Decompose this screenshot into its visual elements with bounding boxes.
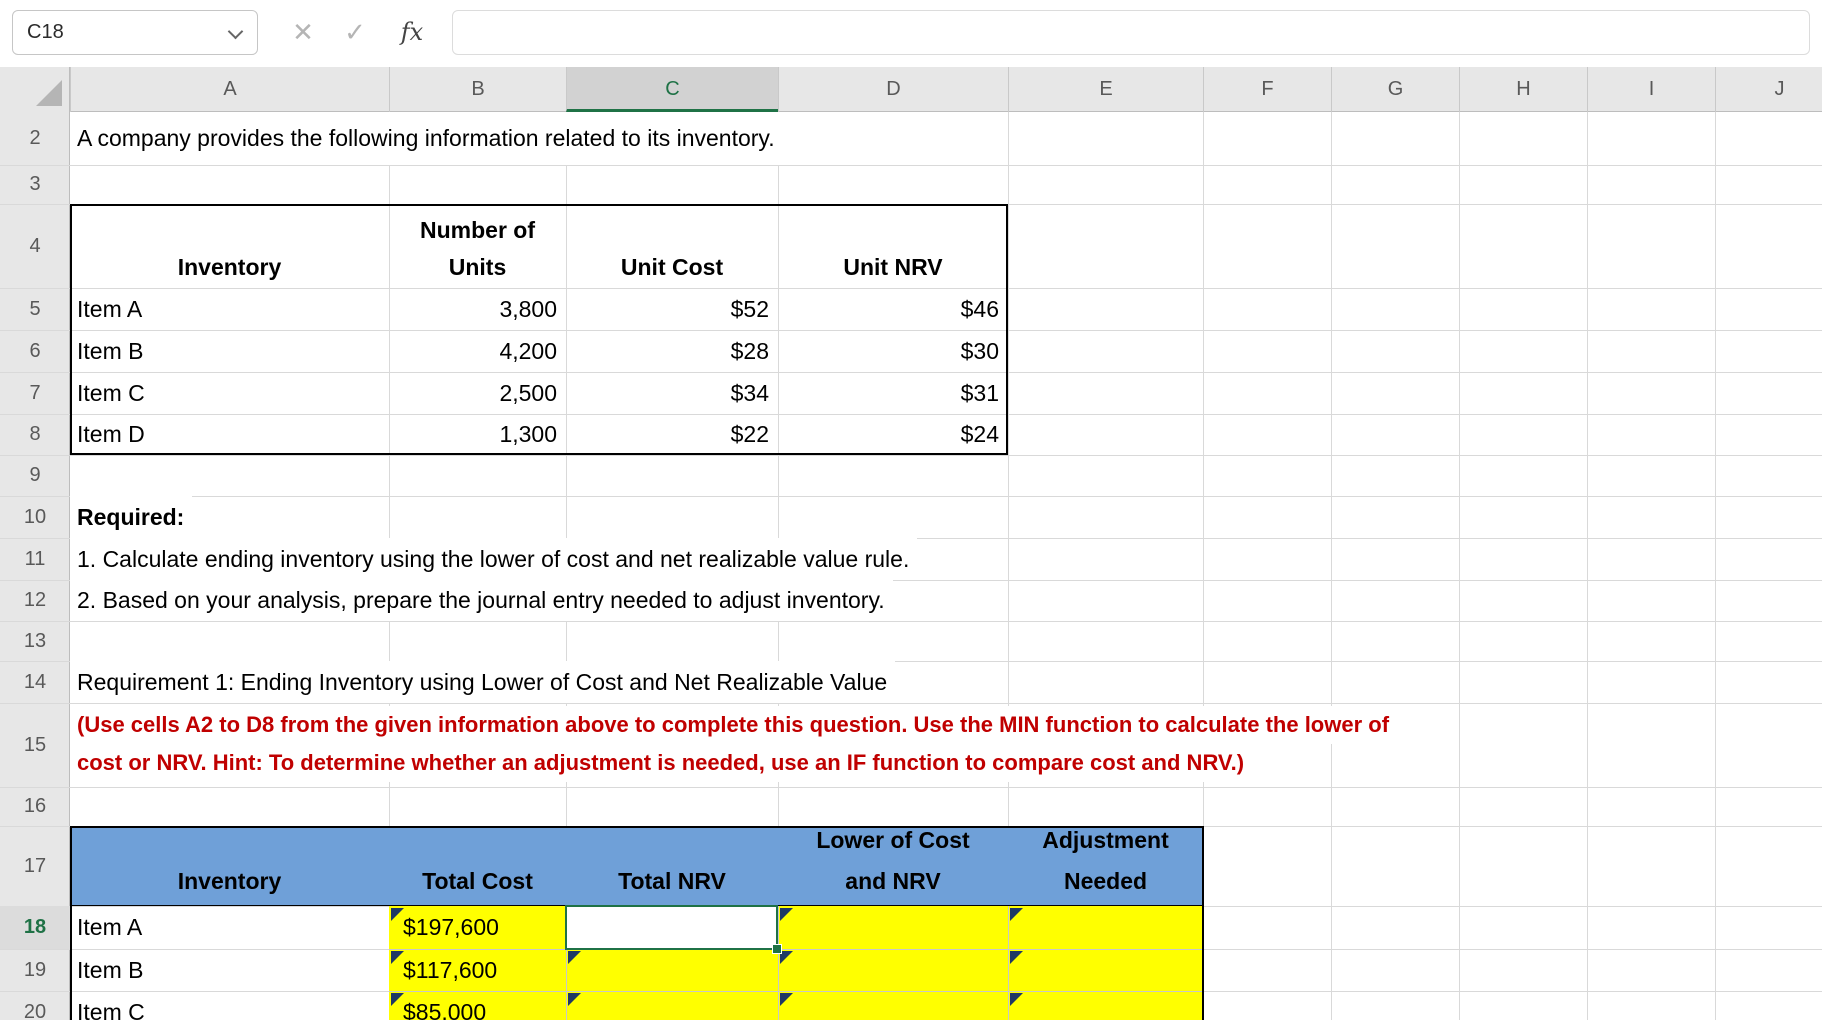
flag-icon [780, 908, 793, 921]
header-number-of-units-line2[interactable]: Units [389, 248, 566, 286]
name-box[interactable]: C18 [12, 10, 258, 55]
cell-A15-hint-line2[interactable]: cost or NRV. Hint: To determine whether … [70, 744, 1253, 782]
column-header-H[interactable]: H [1459, 67, 1587, 112]
column-header-B[interactable]: B [389, 67, 566, 112]
fill-handle[interactable] [772, 944, 782, 954]
fx-icon[interactable]: fx [387, 10, 437, 55]
flag-icon [391, 908, 404, 921]
cell-D7[interactable]: $31 [778, 372, 1008, 414]
row-header-2[interactable]: 2 [0, 112, 70, 165]
flag-icon [568, 993, 581, 1006]
cell-B5[interactable]: 3,800 [389, 288, 566, 330]
header-number-of-units-line1[interactable]: Number of [389, 212, 566, 248]
answer-header-adjustment-line1[interactable]: Adjustment [1008, 820, 1203, 860]
flag-icon [780, 993, 793, 1006]
cell-A5[interactable]: Item A [70, 288, 389, 330]
flag-icon [568, 951, 581, 964]
cell-A8[interactable]: Item D [70, 414, 389, 455]
header-unit-nrv[interactable]: Unit NRV [778, 248, 1008, 286]
cell-A18[interactable]: Item A [70, 906, 389, 949]
cell-A19[interactable]: Item B [70, 949, 389, 991]
column-header-J[interactable]: J [1715, 67, 1822, 112]
cell-A14-requirement1-title[interactable]: Requirement 1: Ending Inventory using Lo… [70, 661, 896, 703]
row-header-14[interactable]: 14 [0, 661, 70, 703]
cell-A2-intro[interactable]: A company provides the following informa… [70, 112, 783, 165]
row-header-15[interactable]: 15 [0, 703, 70, 787]
row-header-7[interactable]: 7 [0, 372, 70, 414]
cell-D6[interactable]: $30 [778, 330, 1008, 372]
enter-icon[interactable]: ✓ [333, 10, 377, 55]
cell-B20[interactable]: $85,000 [389, 991, 566, 1020]
cell-B8[interactable]: 1,300 [389, 414, 566, 455]
cell-B7[interactable]: 2,500 [389, 372, 566, 414]
row-header-5[interactable]: 5 [0, 288, 70, 330]
separator [1008, 906, 1009, 1020]
name-box-value: C18 [27, 21, 64, 43]
cell-C5[interactable]: $52 [566, 288, 778, 330]
answer-header-adjustment-line2[interactable]: Needed [1008, 860, 1203, 902]
cell-B6[interactable]: 4,200 [389, 330, 566, 372]
row-header-13[interactable]: 13 [0, 621, 70, 661]
row-header-12[interactable]: 12 [0, 580, 70, 621]
answer-header-total-cost[interactable]: Total Cost [389, 860, 566, 902]
row-header-4[interactable]: 4 [0, 204, 70, 288]
cancel-icon[interactable]: ✕ [283, 10, 323, 55]
row-header-19[interactable]: 19 [0, 949, 70, 991]
select-all-corner[interactable] [0, 67, 70, 112]
column-header-G[interactable]: G [1331, 67, 1459, 112]
separator [778, 906, 779, 1020]
cell-A15-hint-line1[interactable]: (Use cells A2 to D8 from the given infor… [70, 706, 1398, 744]
row-header-8[interactable]: 8 [0, 414, 70, 455]
flag-icon [1010, 993, 1023, 1006]
cell-A7[interactable]: Item C [70, 372, 389, 414]
column-header-F[interactable]: F [1203, 67, 1331, 112]
excel-window: C18 ✕ ✓ fx A B C D E F G H I J 2 3 4 5 6… [0, 0, 1822, 1020]
row-header-9[interactable]: 9 [0, 455, 70, 496]
cell-A12-requirement-item2[interactable]: 2. Based on your analysis, prepare the j… [70, 580, 893, 621]
flag-icon [1010, 908, 1023, 921]
row-header-20[interactable]: 20 [0, 991, 70, 1020]
flag-icon [391, 951, 404, 964]
row-header-11[interactable]: 11 [0, 538, 70, 580]
chevron-down-icon[interactable] [227, 23, 244, 40]
header-inventory[interactable]: Inventory [70, 248, 389, 286]
cell-C7[interactable]: $34 [566, 372, 778, 414]
column-header-C[interactable]: C [566, 67, 778, 112]
cell-C8[interactable]: $22 [566, 414, 778, 455]
cell-A6[interactable]: Item B [70, 330, 389, 372]
flag-icon [391, 993, 404, 1006]
answer-header-total-nrv[interactable]: Total NRV [566, 860, 778, 902]
column-header-E[interactable]: E [1008, 67, 1203, 112]
answer-header-lower-line1[interactable]: Lower of Cost [778, 820, 1008, 860]
select-all-triangle-icon [36, 80, 62, 106]
formula-bar-input[interactable] [452, 10, 1810, 55]
cell-B18[interactable]: $197,600 [389, 906, 566, 949]
row-header-6[interactable]: 6 [0, 330, 70, 372]
answer-header-lower-line2[interactable]: and NRV [778, 860, 1008, 902]
header-unit-cost[interactable]: Unit Cost [566, 248, 778, 286]
cell-D8[interactable]: $24 [778, 414, 1008, 455]
active-cell-C18[interactable] [565, 905, 778, 950]
column-header-A[interactable]: A [70, 67, 389, 112]
cell-D5[interactable]: $46 [778, 288, 1008, 330]
cell-A11-requirement-item1[interactable]: 1. Calculate ending inventory using the … [70, 538, 918, 580]
cell-A20[interactable]: Item C [70, 991, 389, 1020]
row-header-3[interactable]: 3 [0, 165, 70, 204]
row-header-10[interactable]: 10 [0, 496, 70, 538]
cell-C6[interactable]: $28 [566, 330, 778, 372]
cell-A10-required[interactable]: Required: [70, 496, 193, 538]
column-header-D[interactable]: D [778, 67, 1008, 112]
row-header-16[interactable]: 16 [0, 787, 70, 826]
row-header-17[interactable]: 17 [0, 826, 70, 906]
column-header-I[interactable]: I [1587, 67, 1715, 112]
flag-icon [1010, 951, 1023, 964]
answer-header-inventory[interactable]: Inventory [70, 860, 389, 902]
row-header-18[interactable]: 18 [0, 906, 70, 949]
formula-toolbar: C18 ✕ ✓ fx [0, 0, 1822, 67]
cell-B19[interactable]: $117,600 [389, 949, 566, 991]
